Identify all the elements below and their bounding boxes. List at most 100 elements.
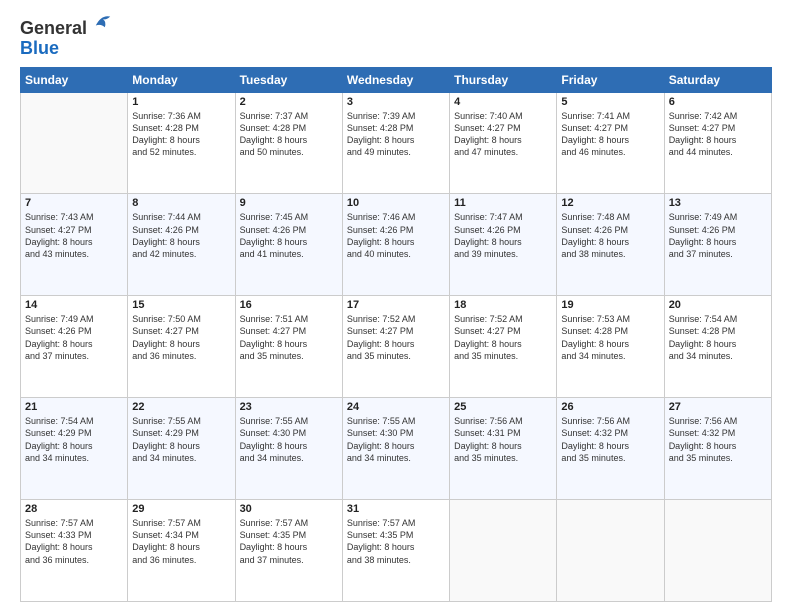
calendar-cell: 31 Sunrise: 7:57 AM Sunset: 4:35 PM Dayli… — [342, 500, 449, 602]
page: General Blue SundayMondayTuesdayWednesda… — [0, 0, 792, 612]
day-number: 25 — [454, 401, 552, 413]
day-number: 18 — [454, 299, 552, 311]
day-number: 4 — [454, 96, 552, 108]
calendar-cell: 19Sunrise: 7:53 AM Sunset: 4:28 PM Dayli… — [557, 296, 664, 398]
day-number: 12 — [561, 197, 659, 209]
calendar-cell: 27Sunrise: 7:56 AM Sunset: 4:32 PM Dayli… — [664, 398, 771, 500]
day-content: Sunrise: 7:54 AM Sunset: 4:29 PM Dayligh… — [25, 415, 123, 464]
calendar-cell: 10 Sunrise: 7:46 AM Sunset: 4:26 PM Dayli… — [342, 194, 449, 296]
logo: General Blue — [20, 16, 112, 59]
header: General Blue — [20, 16, 772, 59]
day-content: Sunrise: 7:52 AM Sunset: 4:27 PM Dayligh… — [454, 313, 552, 362]
calendar-cell: 4 Sunrise: 7:40 AM Sunset: 4:27 PM Daylig… — [450, 92, 557, 194]
day-number: 16 — [240, 299, 338, 311]
day-number: 2 — [240, 96, 338, 108]
calendar-cell: 2 Sunrise: 7:37 AM Sunset: 4:28 PM Daylig… — [235, 92, 342, 194]
day-content: Sunrise: 7:49 AM Sunset: 4:26 PM Dayligh… — [669, 211, 767, 260]
calendar-header-sunday: Sunday — [21, 67, 128, 92]
day-content: Sunrise: 7:57 AM Sunset: 4:33 PM Dayligh… — [25, 517, 123, 566]
day-content: Sunrise: 7:41 AM Sunset: 4:27 PM Dayligh… — [561, 110, 659, 159]
calendar-week-3: 14Sunrise: 7:49 AM Sunset: 4:26 PM Dayli… — [21, 296, 772, 398]
day-content: Sunrise: 7:56 AM Sunset: 4:31 PM Dayligh… — [454, 415, 552, 464]
calendar-cell: 21Sunrise: 7:54 AM Sunset: 4:29 PM Dayli… — [21, 398, 128, 500]
calendar-header-monday: Monday — [128, 67, 235, 92]
day-content: Sunrise: 7:52 AM Sunset: 4:27 PM Dayligh… — [347, 313, 445, 362]
calendar-cell: 1Sunrise: 7:36 AM Sunset: 4:28 PM Daylig… — [128, 92, 235, 194]
calendar-cell: 6 Sunrise: 7:42 AM Sunset: 4:27 PM Daylig… — [664, 92, 771, 194]
logo-blue-text: Blue — [20, 39, 59, 59]
day-number: 8 — [132, 197, 230, 209]
day-content: Sunrise: 7:53 AM Sunset: 4:28 PM Dayligh… — [561, 313, 659, 362]
day-content: Sunrise: 7:57 AM Sunset: 4:35 PM Dayligh… — [347, 517, 445, 566]
calendar-cell: 7 Sunrise: 7:43 AM Sunset: 4:27 PM Daylig… — [21, 194, 128, 296]
calendar-cell: 30Sunrise: 7:57 AM Sunset: 4:35 PM Dayli… — [235, 500, 342, 602]
calendar-cell — [21, 92, 128, 194]
day-content: Sunrise: 7:43 AM Sunset: 4:27 PM Dayligh… — [25, 211, 123, 260]
day-content: Sunrise: 7:51 AM Sunset: 4:27 PM Dayligh… — [240, 313, 338, 362]
logo-bird-icon — [94, 12, 112, 30]
day-number: 1 — [132, 96, 230, 108]
day-number: 15 — [132, 299, 230, 311]
day-content: Sunrise: 7:50 AM Sunset: 4:27 PM Dayligh… — [132, 313, 230, 362]
day-content: Sunrise: 7:54 AM Sunset: 4:28 PM Dayligh… — [669, 313, 767, 362]
calendar-cell: 26 Sunrise: 7:56 AM Sunset: 4:32 PM Dayli… — [557, 398, 664, 500]
day-content: Sunrise: 7:37 AM Sunset: 4:28 PM Dayligh… — [240, 110, 338, 159]
calendar-cell — [450, 500, 557, 602]
calendar-cell: 18 Sunrise: 7:52 AM Sunset: 4:27 PM Dayli… — [450, 296, 557, 398]
day-content: Sunrise: 7:57 AM Sunset: 4:34 PM Dayligh… — [132, 517, 230, 566]
calendar-cell: 25 Sunrise: 7:56 AM Sunset: 4:31 PM Dayli… — [450, 398, 557, 500]
day-content: Sunrise: 7:42 AM Sunset: 4:27 PM Dayligh… — [669, 110, 767, 159]
calendar-cell: 16 Sunrise: 7:51 AM Sunset: 4:27 PM Dayli… — [235, 296, 342, 398]
day-number: 31 — [347, 503, 445, 515]
calendar-cell: 13 Sunrise: 7:49 AM Sunset: 4:26 PM Dayli… — [664, 194, 771, 296]
day-content: Sunrise: 7:56 AM Sunset: 4:32 PM Dayligh… — [561, 415, 659, 464]
day-number: 13 — [669, 197, 767, 209]
day-number: 9 — [240, 197, 338, 209]
calendar-header-wednesday: Wednesday — [342, 67, 449, 92]
calendar-week-5: 28Sunrise: 7:57 AM Sunset: 4:33 PM Dayli… — [21, 500, 772, 602]
day-number: 14 — [25, 299, 123, 311]
calendar-header-row: SundayMondayTuesdayWednesdayThursdayFrid… — [21, 67, 772, 92]
calendar-cell: 28Sunrise: 7:57 AM Sunset: 4:33 PM Dayli… — [21, 500, 128, 602]
day-number: 6 — [669, 96, 767, 108]
calendar-cell: 11 Sunrise: 7:47 AM Sunset: 4:26 PM Dayli… — [450, 194, 557, 296]
day-content: Sunrise: 7:46 AM Sunset: 4:26 PM Dayligh… — [347, 211, 445, 260]
calendar-cell: 8Sunrise: 7:44 AM Sunset: 4:26 PM Daylig… — [128, 194, 235, 296]
calendar-cell: 29 Sunrise: 7:57 AM Sunset: 4:34 PM Dayli… — [128, 500, 235, 602]
day-number: 24 — [347, 401, 445, 413]
calendar-cell: 14Sunrise: 7:49 AM Sunset: 4:26 PM Dayli… — [21, 296, 128, 398]
day-content: Sunrise: 7:56 AM Sunset: 4:32 PM Dayligh… — [669, 415, 767, 464]
day-content: Sunrise: 7:48 AM Sunset: 4:26 PM Dayligh… — [561, 211, 659, 260]
day-number: 7 — [25, 197, 123, 209]
calendar-header-tuesday: Tuesday — [235, 67, 342, 92]
day-number: 22 — [132, 401, 230, 413]
day-content: Sunrise: 7:40 AM Sunset: 4:27 PM Dayligh… — [454, 110, 552, 159]
day-content: Sunrise: 7:55 AM Sunset: 4:30 PM Dayligh… — [240, 415, 338, 464]
day-content: Sunrise: 7:39 AM Sunset: 4:28 PM Dayligh… — [347, 110, 445, 159]
day-number: 5 — [561, 96, 659, 108]
day-number: 20 — [669, 299, 767, 311]
calendar-cell — [664, 500, 771, 602]
calendar-cell — [557, 500, 664, 602]
logo-text: General — [20, 16, 112, 39]
day-number: 26 — [561, 401, 659, 413]
calendar-week-4: 21Sunrise: 7:54 AM Sunset: 4:29 PM Dayli… — [21, 398, 772, 500]
day-content: Sunrise: 7:55 AM Sunset: 4:29 PM Dayligh… — [132, 415, 230, 464]
calendar-cell: 3 Sunrise: 7:39 AM Sunset: 4:28 PM Daylig… — [342, 92, 449, 194]
day-content: Sunrise: 7:45 AM Sunset: 4:26 PM Dayligh… — [240, 211, 338, 260]
day-number: 29 — [132, 503, 230, 515]
calendar-week-2: 7 Sunrise: 7:43 AM Sunset: 4:27 PM Daylig… — [21, 194, 772, 296]
calendar-cell: 17 Sunrise: 7:52 AM Sunset: 4:27 PM Dayli… — [342, 296, 449, 398]
calendar-cell: 23Sunrise: 7:55 AM Sunset: 4:30 PM Dayli… — [235, 398, 342, 500]
calendar-cell: 5 Sunrise: 7:41 AM Sunset: 4:27 PM Daylig… — [557, 92, 664, 194]
calendar-cell: 15 Sunrise: 7:50 AM Sunset: 4:27 PM Dayli… — [128, 296, 235, 398]
calendar-cell: 12 Sunrise: 7:48 AM Sunset: 4:26 PM Dayli… — [557, 194, 664, 296]
day-number: 30 — [240, 503, 338, 515]
day-content: Sunrise: 7:47 AM Sunset: 4:26 PM Dayligh… — [454, 211, 552, 260]
day-number: 3 — [347, 96, 445, 108]
day-number: 11 — [454, 197, 552, 209]
calendar-table: SundayMondayTuesdayWednesdayThursdayFrid… — [20, 67, 772, 602]
day-number: 17 — [347, 299, 445, 311]
day-number: 10 — [347, 197, 445, 209]
calendar-cell: 9 Sunrise: 7:45 AM Sunset: 4:26 PM Daylig… — [235, 194, 342, 296]
